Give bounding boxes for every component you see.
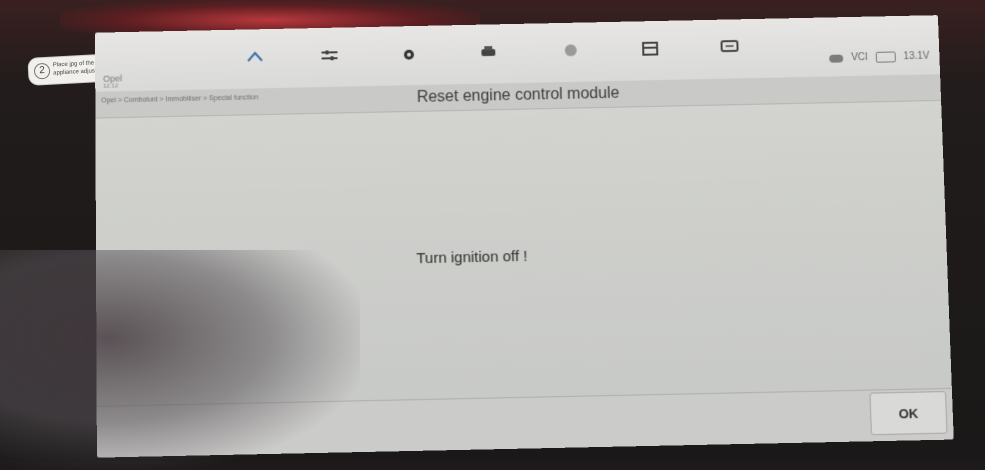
circle-icon[interactable]	[560, 42, 582, 60]
settings-sliders-icon[interactable]	[318, 47, 340, 65]
vci-label: VCI	[851, 52, 868, 63]
ok-button[interactable]: OK	[869, 391, 947, 435]
connection-icon	[829, 54, 843, 62]
main-content: Turn ignition off !	[95, 100, 951, 406]
instruction-message: Turn ignition off !	[416, 248, 527, 267]
save-icon[interactable]	[639, 41, 661, 59]
vehicle-make: Opel	[103, 73, 122, 83]
message-icon[interactable]	[718, 39, 740, 57]
vehicle-make-sub: 12.12	[103, 83, 118, 89]
tablet-screen: Opel 12.12 VCI 13.1V Opel >	[95, 15, 954, 457]
battery-icon	[876, 51, 896, 62]
print-icon[interactable]	[477, 44, 499, 62]
voltage-readout: 13.1V	[903, 51, 929, 62]
gear-icon[interactable]	[398, 46, 420, 64]
status-indicators: VCI 13.1V	[829, 51, 929, 64]
home-icon[interactable]	[244, 49, 266, 67]
sticker-number: 2	[34, 63, 51, 80]
